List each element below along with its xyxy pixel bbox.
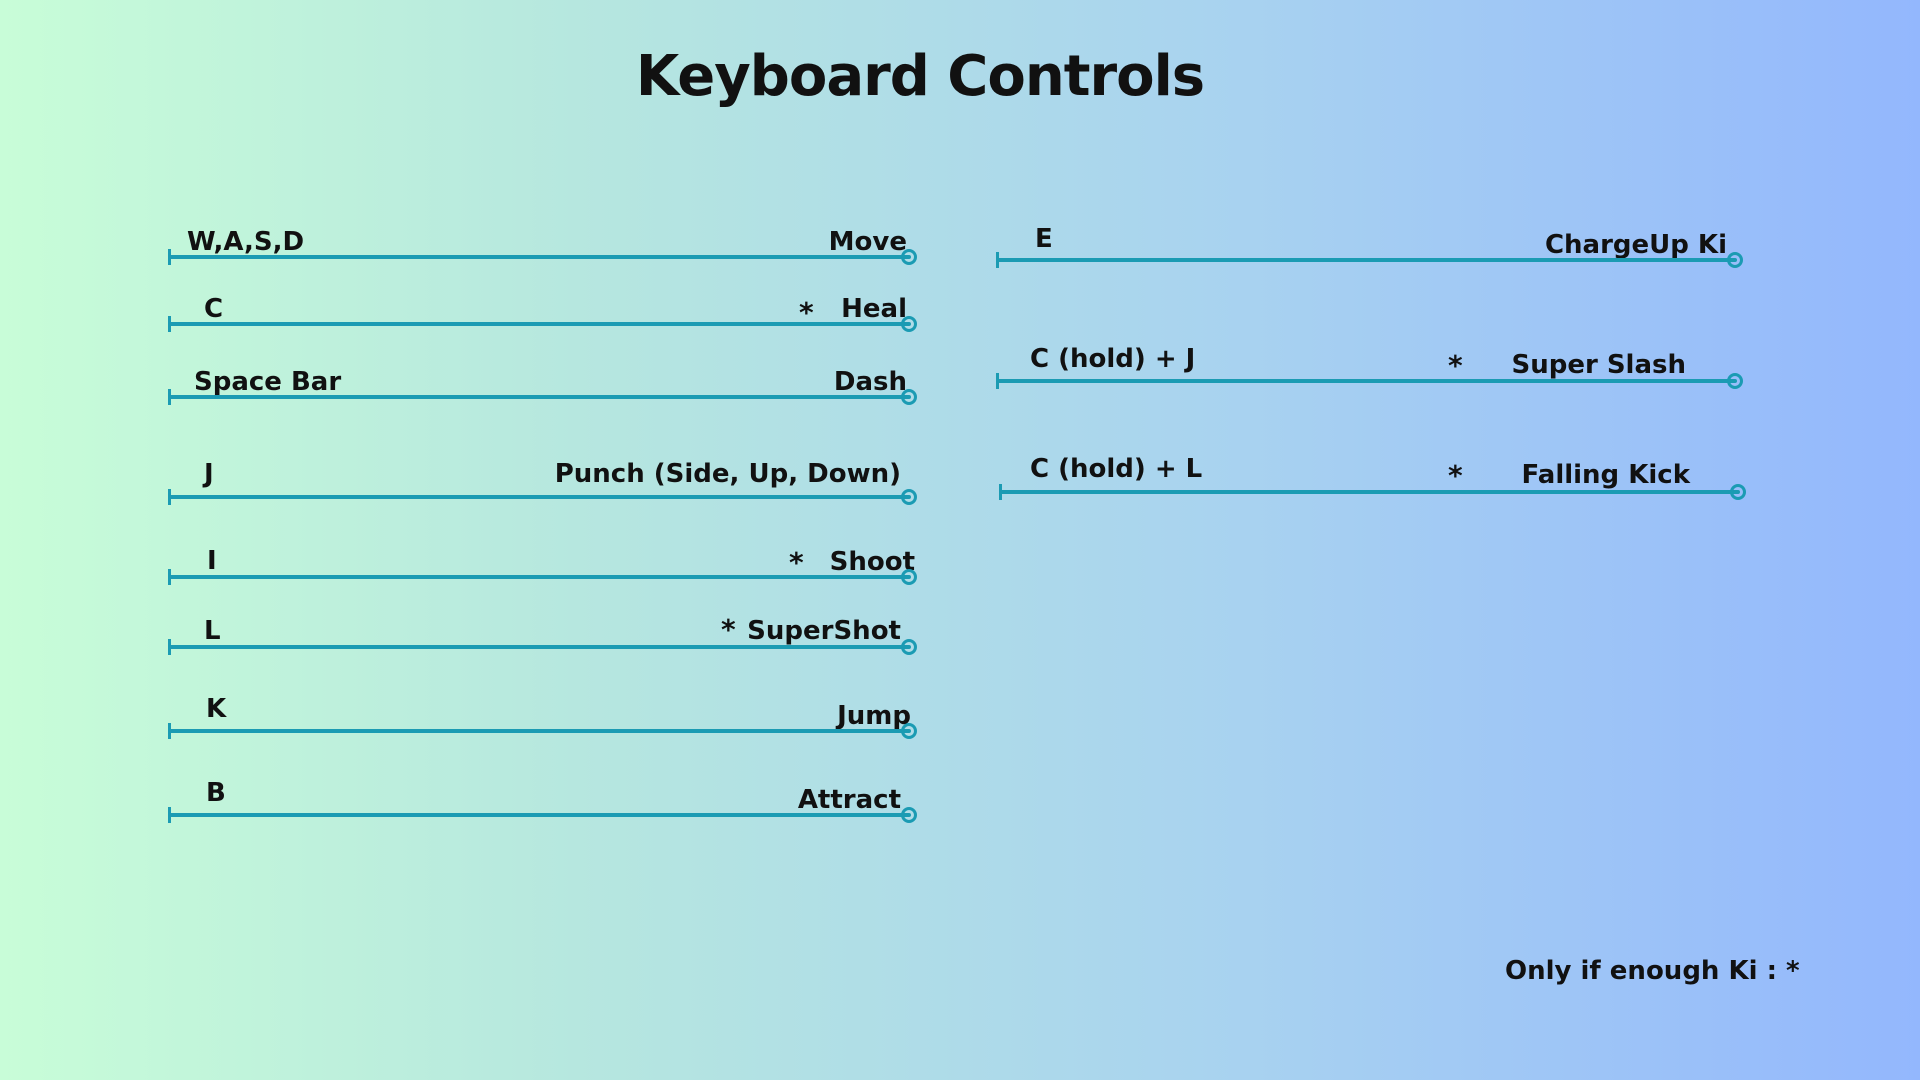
key-label: E (1035, 224, 1053, 254)
control-line (168, 316, 917, 332)
key-label: C (hold) + L (1030, 454, 1203, 484)
line-start-tick (168, 807, 171, 823)
line-start-tick (168, 389, 171, 405)
key-label: W,A,S,D (187, 227, 305, 257)
control-row-punch: J Punch (Side, Up, Down) (168, 439, 917, 505)
control-row-shoot: I * Shoot (168, 519, 917, 585)
line-end-cap (901, 249, 917, 265)
ki-footnote: Only if enough Ki : * (1505, 956, 1800, 986)
line-end-cap (901, 639, 917, 655)
line-start-tick (168, 639, 171, 655)
line-start-tick (168, 249, 171, 265)
control-row-supershot: L * SuperShot (168, 589, 917, 655)
action-label: Punch (Side, Up, Down) (554, 459, 901, 489)
control-line (168, 389, 917, 405)
line-start-tick (996, 252, 999, 268)
line-end-cap (1727, 252, 1743, 268)
key-label: I (207, 546, 217, 576)
control-line (999, 484, 1746, 500)
line-end-cap (1730, 484, 1746, 500)
page-title: Keyboard Controls (635, 44, 1205, 109)
key-label: B (206, 778, 226, 808)
control-row-jump: K Jump (168, 673, 917, 739)
line-start-tick (168, 569, 171, 585)
key-label: Space Bar (194, 367, 342, 397)
action-label: Super Slash (1511, 350, 1686, 380)
line-start-tick (999, 484, 1002, 500)
control-line (996, 252, 1743, 268)
control-row-super-slash: C (hold) + J * Super Slash (996, 323, 1743, 389)
line-end-cap (1727, 373, 1743, 389)
line-start-tick (996, 373, 999, 389)
ki-marker: * (1448, 459, 1463, 492)
control-line (168, 489, 917, 505)
action-label: Heal (841, 294, 907, 324)
control-line (168, 569, 917, 585)
action-label: Jump (837, 701, 911, 731)
action-label: Falling Kick (1521, 460, 1690, 490)
control-row-dash: Space Bar Dash (168, 339, 917, 405)
control-row-chargeup-ki: E ChargeUp Ki (996, 202, 1743, 268)
action-label: Attract (797, 785, 901, 815)
line-end-cap (901, 723, 917, 739)
key-label: C (hold) + J (1030, 344, 1196, 374)
action-label: ChargeUp Ki (1544, 230, 1727, 260)
line-start-tick (168, 723, 171, 739)
line-start-tick (168, 489, 171, 505)
action-label: Dash (833, 367, 907, 397)
ki-marker: * (1448, 349, 1463, 382)
action-label: Move (828, 227, 907, 257)
line-end-cap (901, 569, 917, 585)
control-line (996, 373, 1743, 389)
control-line (168, 639, 917, 655)
key-label: L (204, 616, 221, 646)
control-line (168, 807, 917, 823)
action-label: SuperShot (747, 616, 901, 646)
line-start-tick (168, 316, 171, 332)
control-row-heal: C * Heal (168, 266, 917, 332)
line-end-cap (901, 489, 917, 505)
control-line (168, 723, 917, 739)
key-label: J (204, 459, 214, 489)
control-line (168, 249, 917, 265)
control-row-attract: B Attract (168, 757, 917, 823)
control-row-falling-kick: C (hold) + L * Falling Kick (999, 434, 1746, 500)
line-end-cap (901, 807, 917, 823)
line-end-cap (901, 316, 917, 332)
control-row-move: W,A,S,D Move (168, 199, 917, 265)
key-label: K (206, 694, 227, 724)
key-label: C (204, 294, 224, 324)
line-end-cap (901, 389, 917, 405)
ki-marker: * (721, 613, 736, 646)
